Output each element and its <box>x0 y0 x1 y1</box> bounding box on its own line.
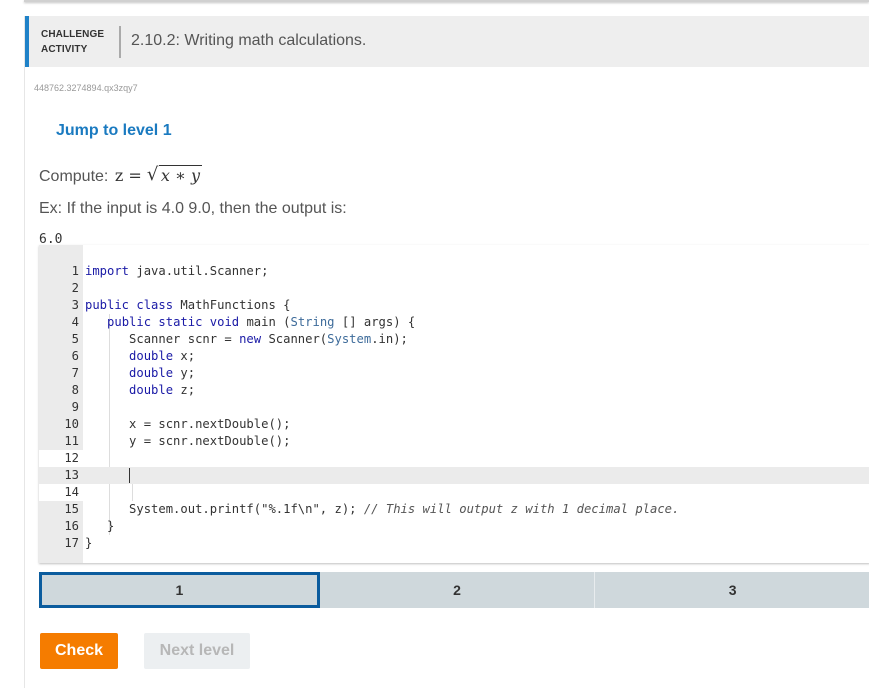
top-shadow-bar <box>24 0 869 2</box>
code-text: x; <box>173 349 196 363</box>
code-line-active[interactable]: 13 <box>39 467 869 484</box>
kind-line-1: CHALLENGE <box>41 29 105 40</box>
code-text: main ( <box>239 315 291 329</box>
var-y: y <box>190 166 200 185</box>
square-root: √ x ∗ y <box>146 164 202 185</box>
code-line[interactable]: 4 public static void main (String [] arg… <box>39 314 869 331</box>
line-number: 10 <box>64 417 79 431</box>
code-comment: // This will output z with 1 decimal pla… <box>363 502 680 516</box>
code-text: x = scnr.nextDouble(); <box>129 417 291 431</box>
multiply-op: ∗ <box>174 166 186 185</box>
text-cursor <box>129 468 131 483</box>
code-text: [] args) { <box>334 315 416 329</box>
activity-kind-label: CHALLENGE ACTIVITY <box>41 27 104 57</box>
line-number: 6 <box>71 349 79 363</box>
code-text: MathFunctions { <box>173 298 291 312</box>
line-number: 7 <box>71 366 79 380</box>
keyword: public <box>85 298 130 312</box>
keyword: static <box>158 315 203 329</box>
code-text: java.util.Scanner; <box>129 264 269 278</box>
challenge-activity-card: CHALLENGE ACTIVITY 2.10.2: Writing math … <box>24 16 869 688</box>
formula-lhs: z <box>114 166 124 185</box>
line-number: 3 <box>71 298 79 312</box>
jump-to-level-link[interactable]: Jump to level 1 <box>56 122 172 140</box>
kind-line-2: ACTIVITY <box>41 44 88 55</box>
line-number: 4 <box>71 315 79 329</box>
code-text: Scanner( <box>261 332 328 346</box>
level-tab-2[interactable]: 2 <box>319 572 596 608</box>
keyword: double <box>129 383 174 397</box>
code-line[interactable]: 3 public class MathFunctions { <box>39 297 869 314</box>
code-lines: 1 import java.util.Scanner; 2 3 public cla… <box>39 263 869 552</box>
code-line[interactable]: 16 } <box>39 518 869 535</box>
keyword: class <box>136 298 174 312</box>
keyword: new <box>239 332 262 346</box>
line-number: 13 <box>64 468 79 482</box>
code-text: .in); <box>371 332 408 346</box>
check-button[interactable]: Check <box>40 633 118 669</box>
keyword: public <box>107 315 152 329</box>
type-name: String <box>290 315 335 329</box>
header-divider <box>119 26 121 58</box>
line-number: 1 <box>71 264 79 278</box>
code-editor[interactable]: 1 import java.util.Scanner; 2 3 public cla… <box>39 245 869 563</box>
code-line[interactable]: 10 x = scnr.nextDouble(); <box>39 416 869 433</box>
line-number: 12 <box>64 451 79 465</box>
code-line[interactable]: 8 double z; <box>39 382 869 399</box>
code-text: Scanner scnr = <box>129 332 240 346</box>
level-tab-3[interactable]: 3 <box>595 572 869 608</box>
radicand: x ∗ y <box>158 165 202 185</box>
activity-id: 448762.3274894.qx3zqy7 <box>34 83 138 93</box>
line-number: 2 <box>71 281 79 295</box>
line-number: 5 <box>71 332 79 346</box>
code-line[interactable]: 1 import java.util.Scanner; <box>39 263 869 280</box>
code-line-editable[interactable]: 14 <box>39 484 869 501</box>
line-number: 16 <box>64 519 79 533</box>
compute-prompt: Compute: z = √ x ∗ y <box>39 164 202 186</box>
activity-header: CHALLENGE ACTIVITY 2.10.2: Writing math … <box>25 16 869 67</box>
keyword: double <box>129 366 174 380</box>
activity-title: 2.10.2: Writing math calculations. <box>131 32 367 49</box>
code-line[interactable]: 6 double x; <box>39 348 869 365</box>
radical-sign-icon: √ <box>146 164 159 185</box>
code-line[interactable]: 9 <box>39 399 869 416</box>
code-line[interactable]: 2 <box>39 280 869 297</box>
code-line[interactable]: 5 Scanner scnr = new Scanner(System.in); <box>39 331 869 348</box>
code-text: y = scnr.nextDouble(); <box>129 434 291 448</box>
formula: z = √ x ∗ y <box>114 164 202 185</box>
line-number: 15 <box>64 502 79 516</box>
keyword: double <box>129 349 174 363</box>
example-text: Ex: If the input is 4.0 9.0, then the ou… <box>39 200 347 217</box>
line-number: 11 <box>64 434 79 448</box>
line-number: 17 <box>64 536 79 550</box>
line-number: 8 <box>71 383 79 397</box>
code-text: } <box>107 519 115 533</box>
keyword: void <box>209 315 240 329</box>
keyword: import <box>85 264 130 278</box>
code-text: System.out.printf("%.1f\n", z); <box>129 502 364 516</box>
prompt-label: Compute: <box>39 168 109 185</box>
code-text: z; <box>173 383 196 397</box>
level-tab-1[interactable]: 1 <box>39 572 320 608</box>
line-number: 9 <box>71 400 79 414</box>
var-x: x <box>160 166 170 185</box>
code-line[interactable]: 11 y = scnr.nextDouble(); <box>39 433 869 450</box>
type-name: System <box>327 332 372 346</box>
code-line[interactable]: 17} <box>39 535 869 552</box>
formula-equals: = <box>128 166 142 185</box>
code-text: } <box>85 536 93 550</box>
code-text: y; <box>173 366 196 380</box>
code-line[interactable]: 15 System.out.printf("%.1f\n", z); // Th… <box>39 501 869 518</box>
next-level-button[interactable]: Next level <box>144 633 250 669</box>
code-line[interactable]: 7 double y; <box>39 365 869 382</box>
code-line-editable[interactable]: 12 <box>39 450 869 467</box>
level-selector: 1 2 3 <box>39 572 869 608</box>
line-number: 14 <box>64 485 79 499</box>
